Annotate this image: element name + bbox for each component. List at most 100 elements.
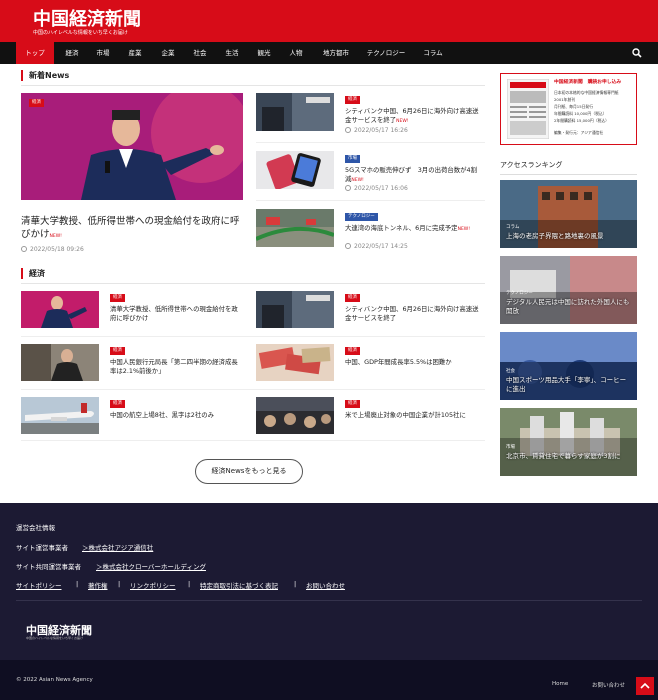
category-badge[interactable]: 経済 xyxy=(110,400,125,408)
category-badge[interactable]: 市場 xyxy=(345,155,360,163)
ranking-card-2[interactable]: テクノロジー デジタル人民元は中国に訪れた外国人にも開放 xyxy=(500,256,637,324)
footer-separator: | xyxy=(294,580,297,588)
divider xyxy=(21,336,485,337)
clock-icon xyxy=(21,246,27,252)
economy-item-title[interactable]: 中国の航空上場8社、黒字は2社のみ xyxy=(110,411,242,420)
bottom-link-contact[interactable]: お問い合わせ xyxy=(592,681,625,689)
featured-title[interactable]: 清華大学教授、低所得世帯への現金給付を政府に呼びかけNEW! xyxy=(21,215,243,243)
economy-thumb-2[interactable] xyxy=(256,291,334,328)
footer-link-copyright[interactable]: 著作権 xyxy=(88,580,108,590)
category-badge[interactable]: 経済 xyxy=(345,347,360,355)
nav-item-column[interactable]: コラム xyxy=(418,42,448,64)
ranking-category: 社会 xyxy=(506,369,515,374)
ranking-card-3[interactable]: 社会 中国スポーツ用品大手「李寧」、コーヒーに進出 xyxy=(500,332,637,400)
ad-line: 年間購読料 10,000円（税込） xyxy=(554,111,607,116)
ranking-title: アクセスランキング xyxy=(500,161,563,169)
footer-link-site-policy[interactable]: サイトポリシー xyxy=(16,580,62,590)
nav-item-market[interactable]: 市場 xyxy=(89,42,117,64)
news-item-title[interactable]: 5Gスマホの販売伸びず 3月の出荷台数が4割減NEW! xyxy=(345,166,480,185)
operator-link[interactable]: ＞株式会社アジア通信社 xyxy=(82,542,153,552)
divider xyxy=(21,389,485,390)
divider xyxy=(21,440,485,441)
footer-separator: | xyxy=(118,580,121,588)
economy-item-title[interactable]: シティバンク中国、6月26日に海外向け高速送金サービスを終了 xyxy=(345,305,480,323)
economy-thumb-3[interactable] xyxy=(21,344,99,381)
site-tagline: 中国のハイレベルな情報をいち早くお届け xyxy=(33,30,128,36)
economy-item-title[interactable]: 中国、GDP年間成長率5.5%は困難か xyxy=(345,358,480,367)
co-operator-link[interactable]: ＞株式会社クローバーホールディング xyxy=(96,561,206,571)
category-badge[interactable]: テクノロジー xyxy=(345,213,378,221)
divider xyxy=(16,600,642,601)
bottom-link-home[interactable]: Home xyxy=(552,681,568,687)
category-badge[interactable]: 経済 xyxy=(345,96,360,104)
nav-item-cities[interactable]: 地方都市 xyxy=(316,42,356,64)
economy-thumb-1[interactable] xyxy=(21,291,99,328)
economy-thumb-4[interactable] xyxy=(256,344,334,381)
news-item-title[interactable]: シティバンク中国、6月26日に海外向け高速送金サービスを終了NEW! xyxy=(345,107,480,126)
divider xyxy=(256,200,485,201)
featured-date: 2022/05/18 09:26 xyxy=(21,246,84,253)
copyright: © 2022 Asian News Agency xyxy=(16,677,93,683)
category-badge[interactable]: 経済 xyxy=(110,347,125,355)
ranking-card-4[interactable]: 市場 北京市、賃貸住宅で暮らす家庭が3割に xyxy=(500,408,637,476)
nav-item-life[interactable]: 生活 xyxy=(218,42,246,64)
category-badge[interactable]: 経済 xyxy=(345,400,360,408)
ranking-item-title: 北京市、賃貸住宅で暮らす家庭が3割に xyxy=(506,452,621,460)
nav-item-company[interactable]: 企業 xyxy=(154,42,182,64)
nav-item-technology[interactable]: テクノロジー xyxy=(362,42,410,64)
news-thumb-2[interactable] xyxy=(256,151,334,189)
clock-icon xyxy=(345,243,351,249)
operator-label: サイト運営事業者 xyxy=(16,544,68,552)
main-nav: トップ 経済 市場 産業 企業 社会 生活 観光 人物 地方都市 テクノロジー … xyxy=(0,42,658,64)
ad-line: 日本初の本格的な中国経済情報専門紙 xyxy=(554,90,619,95)
more-economy-button[interactable]: 経済Newsをもっと見る xyxy=(195,459,303,484)
news-thumb-1[interactable] xyxy=(256,93,334,131)
economy-item-title[interactable]: 中国人民銀行元局長「第二四半期の経済成長率は2.1%前後か」 xyxy=(110,358,242,376)
ad-line: 2年間購読料 15,000円（税込） xyxy=(554,118,609,123)
ad-line: 編集・発行元：アジア通信社 xyxy=(554,130,604,135)
nav-item-tourism[interactable]: 観光 xyxy=(250,42,278,64)
nav-item-industry[interactable]: 産業 xyxy=(121,42,149,64)
footer-tagline: 中国のハイレベルな情報をいち早くお届け xyxy=(26,636,83,640)
subscription-ad[interactable]: 中国経済新聞 購読お申し込み 日本初の本格的な中国経済情報専門紙 2001年創刊… xyxy=(500,73,637,145)
divider xyxy=(256,142,485,143)
news-section-title: 新着News xyxy=(21,70,69,81)
footer-link-commerce-law[interactable]: 特定商取引法に基づく表記 xyxy=(200,580,278,590)
new-badge: NEW! xyxy=(396,119,409,124)
nav-item-society[interactable]: 社会 xyxy=(186,42,214,64)
ad-line: 月刊紙、毎月15日発行 xyxy=(554,104,594,109)
economy-item-title[interactable]: 米で上場廃止対象の中国企業が計105社に xyxy=(345,411,485,420)
site-logo[interactable]: 中国経済新聞 xyxy=(33,5,141,31)
ad-line: 2001年創刊 xyxy=(554,97,576,102)
company-info-heading: 運営会社情報 xyxy=(16,524,55,532)
clock-icon xyxy=(345,185,351,191)
economy-item-title[interactable]: 清華大学教授、低所得世帯への現金給付を政府に呼びかけ xyxy=(110,305,242,323)
category-badge[interactable]: 経済 xyxy=(110,294,125,302)
news-thumb-3[interactable] xyxy=(256,209,334,247)
search-icon[interactable] xyxy=(632,48,642,58)
footer-link-contact[interactable]: お問い合わせ xyxy=(306,580,345,590)
footer-link-link-policy[interactable]: リンクポリシー xyxy=(130,580,176,590)
news-item-date: 2022/05/17 16:26 xyxy=(345,127,408,134)
nav-item-people[interactable]: 人物 xyxy=(282,42,310,64)
featured-image[interactable] xyxy=(21,93,243,200)
economy-thumb-6[interactable] xyxy=(256,397,334,434)
back-to-top-button[interactable] xyxy=(636,677,654,695)
news-item-date: 2022/05/17 14:25 xyxy=(345,243,408,250)
co-operator-label: サイト共同運営事業者 xyxy=(16,563,81,571)
category-badge[interactable]: 経済 xyxy=(345,294,360,302)
economy-thumb-5[interactable] xyxy=(21,397,99,434)
nav-item-top[interactable]: トップ xyxy=(16,42,54,64)
ranking-item-title: 上海の老房子界隈と路地裏の風景 xyxy=(506,232,604,240)
news-item-date: 2022/05/17 16:06 xyxy=(345,185,408,192)
site-header: 中国経済新聞 中国のハイレベルな情報をいち早くお届け xyxy=(0,0,658,42)
nav-item-economy[interactable]: 経済 xyxy=(58,42,86,64)
news-item-title[interactable]: 大連湾の海底トンネル、6月に完成予定NEW! xyxy=(345,224,480,234)
divider xyxy=(21,283,485,284)
bottom-bar xyxy=(0,660,658,700)
category-badge[interactable]: 経済 xyxy=(29,99,44,107)
ranking-card-1[interactable]: コラム 上海の老房子界隈と路地裏の風景 xyxy=(500,180,637,248)
footer-separator: | xyxy=(188,580,191,588)
ad-title: 中国経済新聞 購読お申し込み xyxy=(554,80,622,85)
chevron-up-icon xyxy=(640,682,650,689)
